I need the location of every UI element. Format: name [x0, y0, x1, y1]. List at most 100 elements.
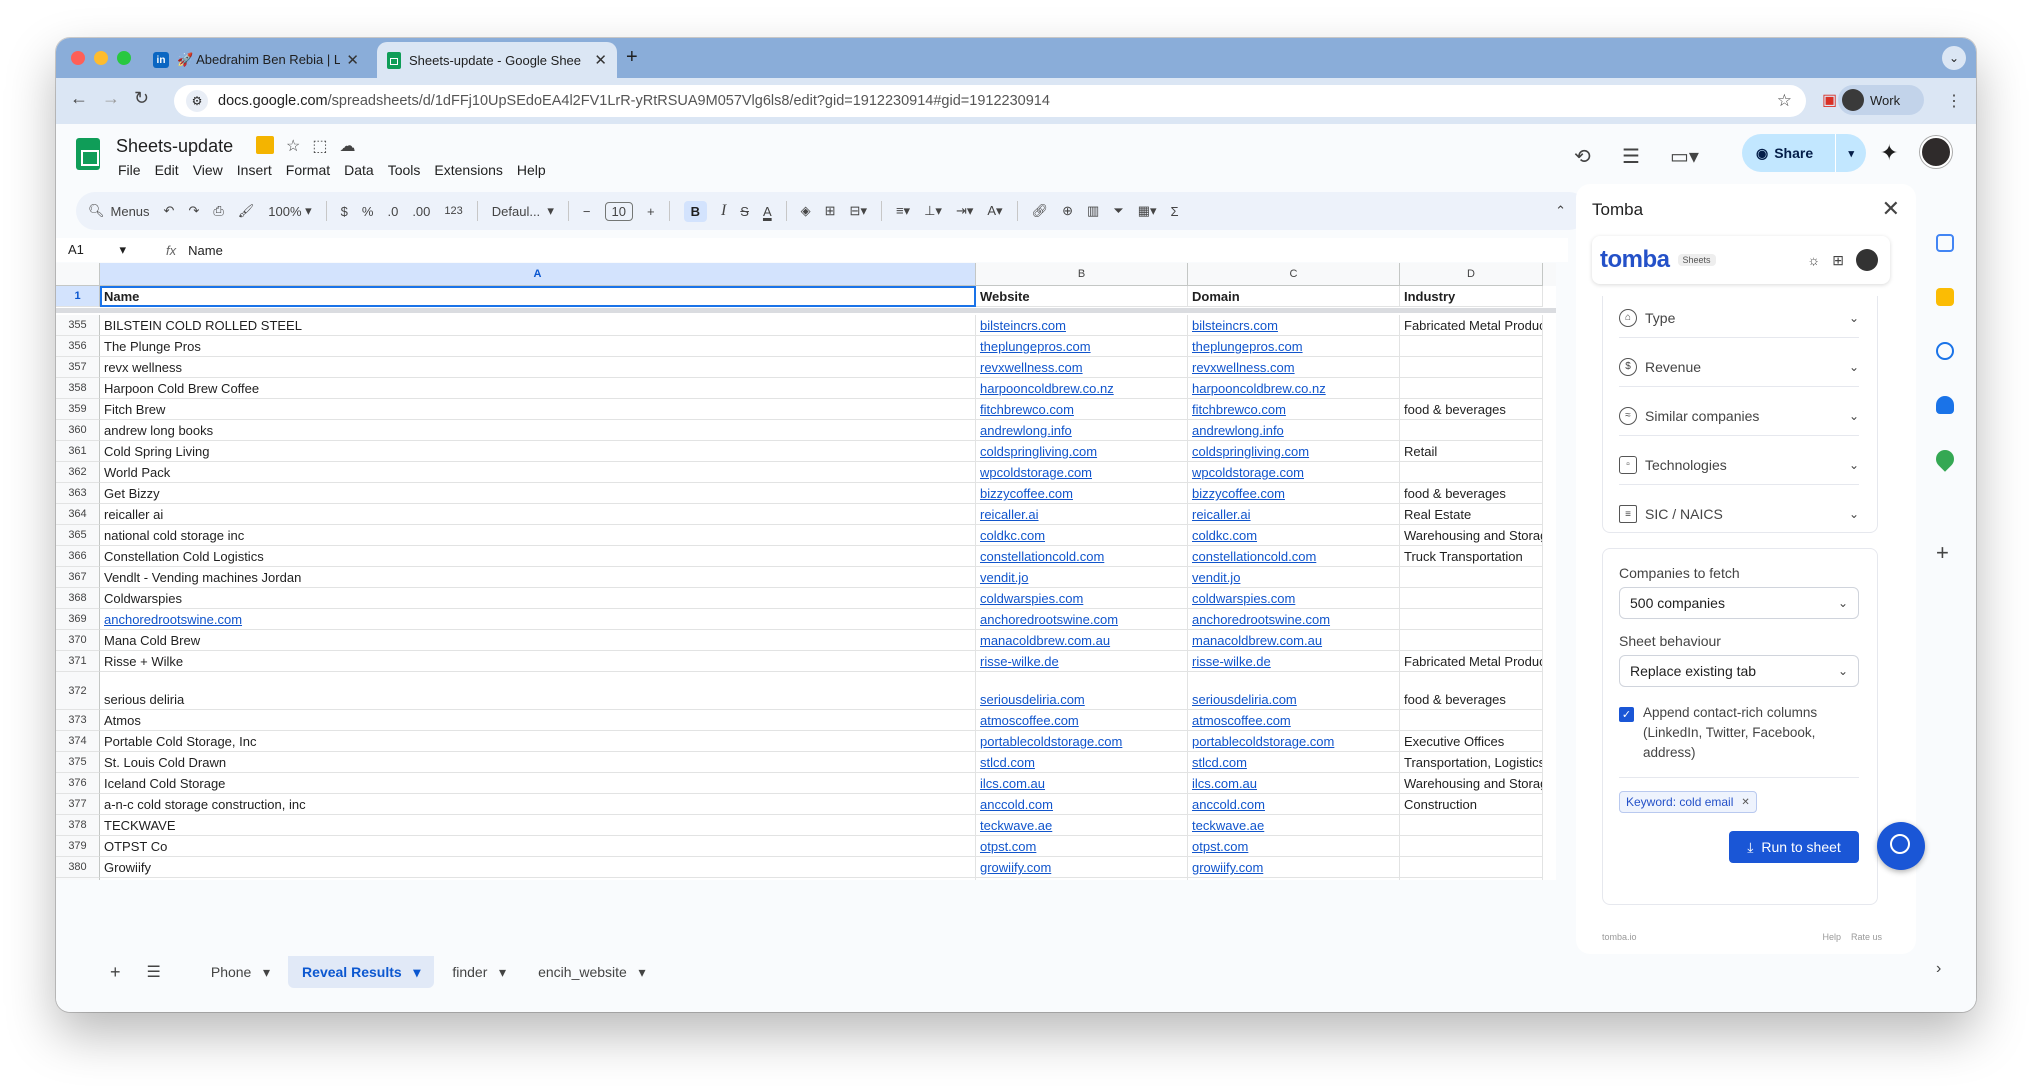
apps-script-icon[interactable]: [256, 136, 274, 154]
cell-link[interactable]: manacoldbrew.com.au: [980, 633, 1110, 648]
cell-industry[interactable]: Executive Offices: [1400, 731, 1543, 752]
cell-domain[interactable]: seriousdeliria.com: [1188, 672, 1400, 710]
text-wrap-icon[interactable]: ⇥▾: [956, 203, 973, 219]
cell-domain[interactable]: coldspringliving.com: [1188, 441, 1400, 462]
cell-industry[interactable]: Transportation, Logistics: [1400, 752, 1543, 773]
cell-name[interactable]: national cold storage inc: [100, 525, 976, 546]
cell-link[interactable]: coldspringliving.com: [1192, 444, 1309, 459]
row-number[interactable]: 355: [56, 315, 100, 336]
row-number[interactable]: 375: [56, 752, 100, 773]
cell-industry[interactable]: Retail: [1400, 441, 1543, 462]
cell-link[interactable]: coldwarspies.com: [980, 591, 1083, 606]
row-number[interactable]: 370: [56, 630, 100, 651]
behaviour-select[interactable]: Replace existing tab ⌄: [1619, 655, 1859, 687]
tab-search-button[interactable]: ⌄: [1942, 46, 1966, 70]
cell-name[interactable]: Vendlt - Vending machines Jordan: [100, 567, 976, 588]
collapse-toolbar-icon[interactable]: ⌃: [1555, 203, 1566, 219]
cell-website[interactable]: parkplace.us: [976, 878, 1188, 880]
cell-industry[interactable]: [1400, 630, 1543, 651]
cell-industry[interactable]: [1400, 567, 1543, 588]
cell-link[interactable]: teckwave.ae: [1192, 818, 1264, 833]
cell-link[interactable]: risse-wilke.de: [1192, 654, 1271, 669]
cell-website[interactable]: stlcd.com: [976, 752, 1188, 773]
tasks-icon[interactable]: [1936, 342, 1954, 360]
italic-button[interactable]: I: [721, 202, 726, 220]
cell-link[interactable]: harpooncoldbrew.co.nz: [1192, 381, 1326, 396]
cloud-status-icon[interactable]: ☁: [339, 136, 355, 156]
theme-toggle-icon[interactable]: ☼: [1807, 252, 1820, 268]
row-number[interactable]: 362: [56, 462, 100, 483]
cell-domain[interactable]: risse-wilke.de: [1188, 651, 1400, 672]
cell-link[interactable]: seriousdeliria.com: [1192, 692, 1297, 707]
sheet-tab-phone[interactable]: Phone ▾: [197, 956, 284, 988]
cell-website[interactable]: atmoscoffee.com: [976, 710, 1188, 731]
currency-format-button[interactable]: $: [341, 204, 348, 219]
horizontal-align-icon[interactable]: ≡▾: [896, 203, 910, 219]
cell-website[interactable]: bizzycoffee.com: [976, 483, 1188, 504]
extension-icon[interactable]: ▣: [1822, 90, 1837, 110]
cell-link[interactable]: andrewlong.info: [1192, 423, 1284, 438]
menu-help[interactable]: Help: [517, 162, 546, 178]
cell-link[interactable]: teckwave.ae: [980, 818, 1052, 833]
font-size-increase-icon[interactable]: +: [647, 204, 655, 219]
row-number[interactable]: 360: [56, 420, 100, 441]
profile-button[interactable]: Work: [1838, 85, 1924, 115]
cell-link[interactable]: bilsteincrs.com: [1192, 318, 1278, 333]
cell-website[interactable]: coldspringliving.com: [976, 441, 1188, 462]
cell-name[interactable]: Harpoon Cold Brew Coffee: [100, 378, 976, 399]
menu-insert[interactable]: Insert: [237, 162, 272, 178]
cell-industry[interactable]: [1400, 836, 1543, 857]
cell-name[interactable]: Risse + Wilke: [100, 651, 976, 672]
avatar[interactable]: [1856, 249, 1878, 271]
bold-button[interactable]: B: [683, 200, 707, 222]
cell-website[interactable]: growiify.com: [976, 857, 1188, 878]
cell-domain[interactable]: harpooncoldbrew.co.nz: [1188, 378, 1400, 399]
cell-link[interactable]: fitchbrewco.com: [1192, 402, 1286, 417]
font-size-input[interactable]: 10: [604, 201, 633, 221]
borders-icon[interactable]: ⊞: [825, 203, 836, 219]
cell-link[interactable]: otpst.com: [980, 839, 1036, 854]
cell-name[interactable]: Growiify: [100, 857, 976, 878]
cell-link[interactable]: anchoredrootswine.com: [1192, 612, 1330, 627]
fill-color-icon[interactable]: ◈: [801, 203, 811, 219]
contacts-icon[interactable]: [1936, 396, 1954, 414]
cell-link[interactable]: atmoscoffee.com: [1192, 713, 1291, 728]
cell-link[interactable]: manacoldbrew.com.au: [1192, 633, 1322, 648]
filter-sic-naics[interactable]: ≡ SIC / NAICS ⌄: [1619, 494, 1859, 534]
cell-link[interactable]: theplungepros.com: [1192, 339, 1303, 354]
cell-link[interactable]: vendit.jo: [1192, 570, 1240, 585]
cell-link[interactable]: reicaller.ai: [980, 507, 1039, 522]
cell-industry[interactable]: Construction: [1400, 794, 1543, 815]
cell-domain[interactable]: coldwarspies.com: [1188, 588, 1400, 609]
cell-link[interactable]: ilcs.com.au: [1192, 776, 1257, 791]
version-history-icon[interactable]: ⟲: [1574, 144, 1591, 169]
cell-website[interactable]: harpooncoldbrew.co.nz: [976, 378, 1188, 399]
filter-type[interactable]: ⌂ Type ⌄: [1619, 298, 1859, 338]
cell-a1[interactable]: Name: [100, 286, 976, 307]
cell-domain[interactable]: constellationcold.com: [1188, 546, 1400, 567]
decrease-decimal-button[interactable]: .0: [387, 204, 398, 219]
remove-chip-icon[interactable]: ✕: [1741, 797, 1749, 808]
cell-domain[interactable]: bilsteincrs.com: [1188, 315, 1400, 336]
insert-link-icon[interactable]: 🔗︎: [1032, 203, 1049, 219]
cell-domain[interactable]: otpst.com: [1188, 836, 1400, 857]
cell-name[interactable]: anchoredrootswine.com: [100, 609, 976, 630]
cell-link[interactable]: growiify.com: [1192, 860, 1263, 875]
name-box[interactable]: A1 ▾: [56, 242, 136, 258]
avatar[interactable]: [1920, 136, 1952, 168]
cell-link[interactable]: stlcd.com: [1192, 755, 1247, 770]
cell-link[interactable]: anccold.com: [1192, 797, 1265, 812]
cell-industry[interactable]: food & beverages: [1400, 399, 1543, 420]
cell-domain[interactable]: portablecoldstorage.com: [1188, 731, 1400, 752]
vertical-align-icon[interactable]: ⊥▾: [924, 203, 942, 219]
cell-link[interactable]: constellationcold.com: [1192, 549, 1316, 564]
cell-website[interactable]: portablecoldstorage.com: [976, 731, 1188, 752]
append-columns-checkbox[interactable]: ✓: [1619, 707, 1634, 722]
sheet-tab-encih-website[interactable]: encih_website ▾: [524, 956, 659, 988]
tomba-search-fab[interactable]: [1877, 822, 1925, 870]
keep-icon[interactable]: [1936, 288, 1954, 306]
menu-edit[interactable]: Edit: [155, 162, 179, 178]
cell-website[interactable]: manacoldbrew.com.au: [976, 630, 1188, 651]
cell-link[interactable]: ilcs.com.au: [980, 776, 1045, 791]
cell-domain[interactable]: reicaller.ai: [1188, 504, 1400, 525]
